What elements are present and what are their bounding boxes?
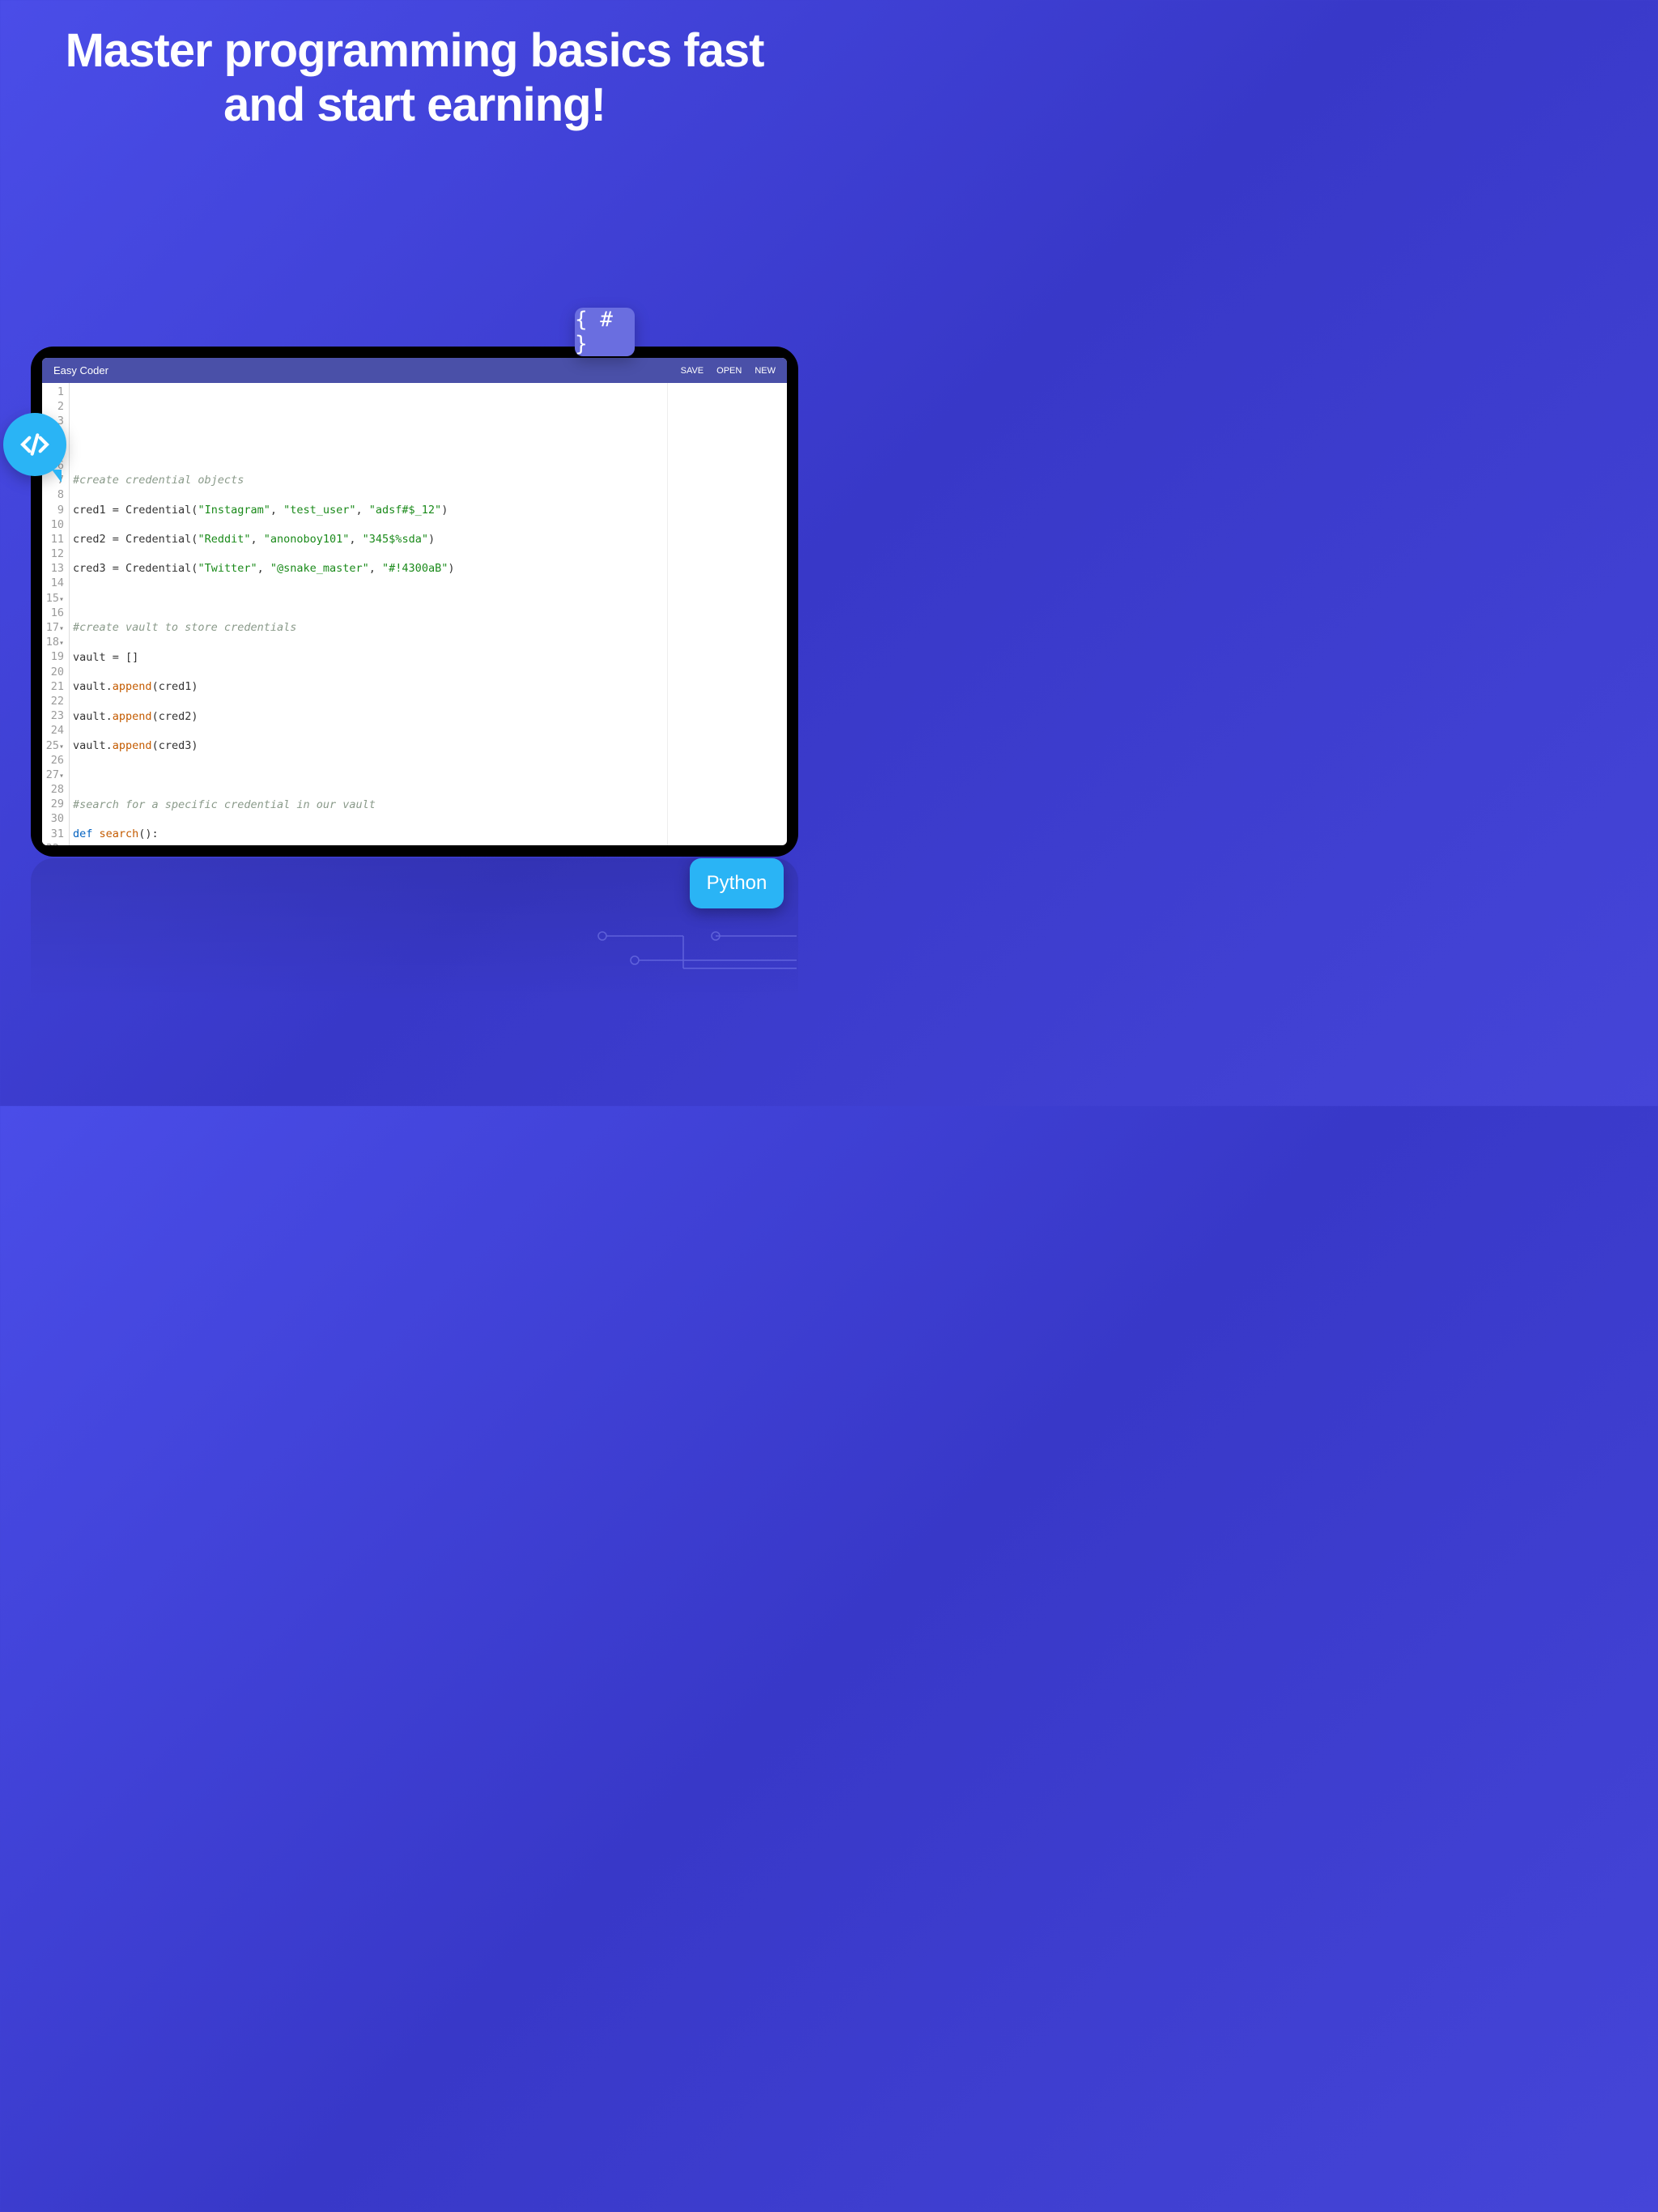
ruler [667,383,668,845]
save-button[interactable]: SAVE [681,366,704,376]
app-screen: Easy Coder SAVE OPEN NEW 123456789101112… [42,358,787,845]
new-button[interactable]: NEW [755,366,776,376]
code-bubble-icon [3,413,66,476]
tablet-frame: Easy Coder SAVE OPEN NEW 123456789101112… [31,347,798,857]
circuit-decoration [586,920,797,993]
open-button[interactable]: OPEN [716,366,742,376]
code-editor[interactable]: 123456789101112131415▾1617▾18▾1920212223… [42,383,787,845]
app-header: Easy Coder SAVE OPEN NEW [42,358,787,383]
code-area[interactable]: #create credential objects cred1 = Crede… [70,383,787,845]
hash-badge: { # } [575,308,635,356]
python-badge: Python [690,858,784,908]
headline: Master programming basics fast and start… [0,0,829,132]
app-title: Easy Coder [53,364,668,376]
